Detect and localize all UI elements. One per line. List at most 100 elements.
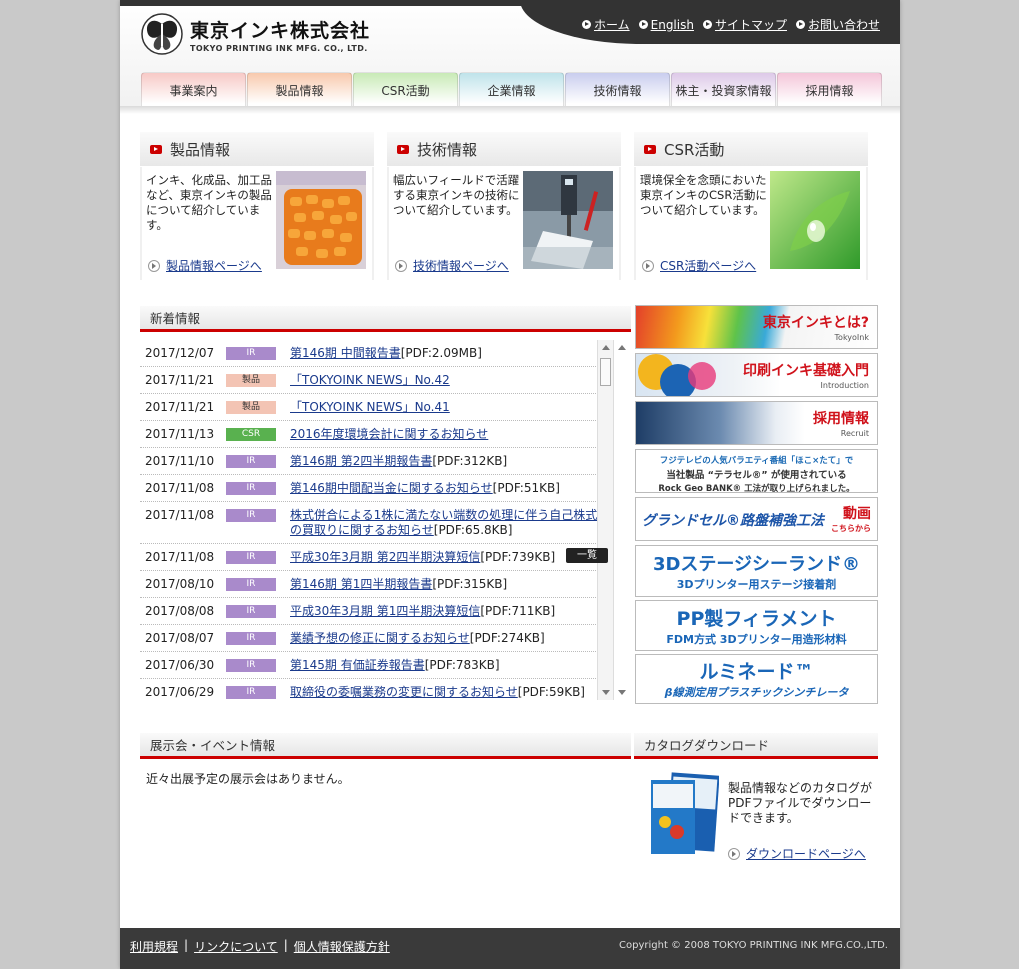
news-date: 2017/11/08 [145, 481, 215, 495]
nav-tab-1[interactable]: 製品情報 [247, 72, 352, 107]
play-icon [397, 144, 409, 154]
news-title-link[interactable]: 業績予想の修正に関するお知らせ [290, 631, 470, 645]
news-title-link[interactable]: 取締役の委嘱業務の変更に関するお知らせ [290, 685, 518, 699]
catalog-heading-label: カタログダウンロード [644, 738, 770, 753]
site-logo[interactable]: 東京インキ株式会社 TOKYO PRINTING INK MFG. CO., L… [140, 12, 370, 56]
news-title-link[interactable]: 第146期 第1四半期報告書 [290, 577, 432, 591]
sitemap-link[interactable]: サイトマップ [702, 16, 787, 33]
news-list: 2017/12/07 IR 第146期 中間報告書[PDF:2.09MB] 2017/… [140, 340, 620, 700]
arrow-bullet-icon [702, 20, 712, 29]
news-item: 2017/08/08 IR 平成30年3月期 第1四半期決算短信[PDF:711KB… [140, 598, 620, 625]
scroll-down-icon[interactable] [602, 690, 610, 695]
scroll-down-icon[interactable] [618, 690, 626, 695]
feature-box-technology: 技術情報 幅広いフィールドで活躍する東京インキの技術について紹介しています。 技… [387, 132, 621, 280]
banner-main-text: グランドセル®路盤補強工法 [642, 513, 824, 529]
nav-tab-3[interactable]: 企業情報 [459, 72, 564, 107]
news-file-info: [PDF:2.09MB] [400, 346, 482, 360]
feature-box-header: 技術情報 [387, 132, 621, 167]
nav-tab-5[interactable]: 株主・投資家情報 [671, 72, 776, 107]
scroll-thumb[interactable] [600, 358, 611, 386]
news-file-info: [PDF:783KB] [424, 658, 500, 672]
arrow-bullet-icon [638, 20, 648, 29]
catalog-booklets-image[interactable] [647, 772, 719, 856]
laboratory-image[interactable] [523, 171, 613, 269]
banner-grandcell[interactable]: グランドセル®路盤補強工法 動画 こちらから [635, 497, 878, 541]
english-link[interactable]: English [638, 16, 694, 33]
scroll-up-icon[interactable] [618, 345, 626, 350]
news-file-info: [PDF:315KB] [432, 577, 508, 591]
news-list-all-button[interactable]: 一覧 [566, 548, 608, 563]
category-badge: IR [226, 686, 276, 699]
contact-link[interactable]: お問い合わせ [795, 16, 880, 33]
banner-recruit[interactable]: 採用情報 Recruit [635, 401, 878, 445]
news-title-link[interactable]: 第146期 中間報告書 [290, 346, 401, 360]
news-title-link[interactable]: 第145期 有価証券報告書 [290, 658, 425, 672]
category-badge: IR [226, 551, 276, 564]
sitemap-link-label: サイトマップ [714, 18, 787, 32]
arrow-circle-icon [728, 847, 740, 860]
news-title-link[interactable]: 「TOKYOINK NEWS」No.42 [290, 373, 450, 387]
green-leaf-image[interactable] [770, 171, 860, 269]
terms-link[interactable]: 利用規程 [130, 938, 178, 955]
banner-sub-text: 動画 [843, 506, 871, 522]
download-page-link[interactable]: ダウンロードページへ [728, 845, 866, 862]
category-badge: 製品 [226, 374, 276, 387]
product-pellets-image[interactable] [276, 171, 366, 269]
page: 東京インキ株式会社 TOKYO PRINTING INK MFG. CO., L… [120, 0, 900, 969]
banner-ink-basics[interactable]: 印刷インキ基礎入門 Introduction [635, 353, 878, 397]
events-message: 近々出展予定の展示会はありません。 [146, 772, 350, 786]
outer-scrollbar[interactable] [613, 340, 631, 700]
banner-3d-stage-sealand[interactable]: 3Dステージシーランド® 3Dプリンター用ステージ接着剤 [635, 545, 878, 597]
feature-box-header: 製品情報 [140, 132, 374, 167]
news-title: 第146期 中間報告書[PDF:2.09MB] [290, 346, 605, 361]
butterfly-logo-icon [141, 13, 183, 55]
csr-page-link[interactable]: CSR活動ページへ [642, 257, 756, 274]
news-date: 2017/11/21 [145, 373, 215, 387]
copyright: Copyright © 2008 TOKYO PRINTING INK MFG.… [619, 940, 888, 951]
global-nav: 事業案内 製品情報 CSR活動 企業情報 技術情報 株主・投資家情報 採用情報 [141, 72, 882, 107]
products-page-link[interactable]: 製品情報ページへ [148, 257, 262, 274]
news-item: 2017/11/21 製品 「TOKYOINK NEWS」No.41 [140, 394, 620, 421]
nav-tab-2[interactable]: CSR活動 [353, 72, 458, 107]
news-title-link[interactable]: 2016年度環境会計に関するお知らせ [290, 427, 488, 441]
download-page-link-label: ダウンロードページへ [746, 847, 866, 861]
news-item: 2017/11/08 IR 株式併合による1株に満たない端数の処理に伴う自己株式の買… [140, 502, 620, 544]
news-file-info: [PDF:51KB] [492, 481, 560, 495]
news-title-link[interactable]: 「TOKYOINK NEWS」No.41 [290, 400, 450, 414]
banner-luminade[interactable]: ルミネード™ β線測定用プラスチックシンチレータ [635, 654, 878, 704]
home-link[interactable]: ホーム [581, 16, 630, 33]
feature-box-body: 環境保全を念頭においた東京インキのCSR活動について紹介しています。 CSR活動… [636, 167, 866, 280]
banner-pp-filament[interactable]: PP製フィラメント FDM方式 3Dプリンター用造形材料 [635, 600, 878, 651]
banner-about-tokyoink[interactable]: 東京インキとは? TokyoInk [635, 305, 878, 349]
news-title-link[interactable]: 第146期中間配当金に関するお知らせ [290, 481, 493, 495]
news-title: 「TOKYOINK NEWS」No.41 [290, 400, 605, 415]
arrow-circle-icon [642, 259, 654, 272]
news-date: 2017/11/08 [145, 550, 215, 564]
news-title: 取締役の委嘱業務の変更に関するお知らせ[PDF:59KB] [290, 685, 605, 700]
news-scrollbar[interactable] [597, 340, 614, 700]
banner-line2: 当社製品 “テラセル®” が使用されている [666, 470, 847, 481]
category-badge: IR [226, 347, 276, 360]
english-link-label: English [650, 17, 694, 32]
logo-japanese-name: 東京インキ株式会社 [190, 19, 371, 42]
privacy-policy-link[interactable]: 個人情報保護方針 [294, 938, 390, 955]
nav-tab-0[interactable]: 事業案内 [141, 72, 246, 107]
utility-nav: ホーム English サイトマップ お問い合わせ [581, 16, 880, 33]
header-shadow [120, 106, 900, 114]
news-item: 2017/11/08 IR 第146期中間配当金に関するお知らせ[PDF:51KB] [140, 475, 620, 502]
news-title-link[interactable]: 第146期 第2四半期報告書 [290, 454, 432, 468]
news-file-info: [PDF:711KB] [480, 604, 556, 618]
news-date: 2017/08/07 [145, 631, 215, 645]
news-title-link[interactable]: 平成30年3月期 第1四半期決算短信 [290, 604, 480, 618]
news-title-link[interactable]: 平成30年3月期 第2四半期決算短信 [290, 550, 480, 564]
category-badge: IR [226, 659, 276, 672]
technology-page-link[interactable]: 技術情報ページへ [395, 257, 509, 274]
banner-hokotate[interactable]: フジテレビの人気バラエティ番組「ほこ×たて」で 当社製品 “テラセル®” が使用… [635, 449, 878, 493]
banner-sub-text: Recruit [840, 429, 869, 438]
scroll-up-icon[interactable] [602, 345, 610, 350]
ink-circles-icon [638, 354, 716, 396]
nav-tab-4[interactable]: 技術情報 [565, 72, 670, 107]
category-badge: 製品 [226, 401, 276, 414]
link-policy-link[interactable]: リンクについて [194, 938, 278, 955]
nav-tab-6[interactable]: 採用情報 [777, 72, 882, 107]
